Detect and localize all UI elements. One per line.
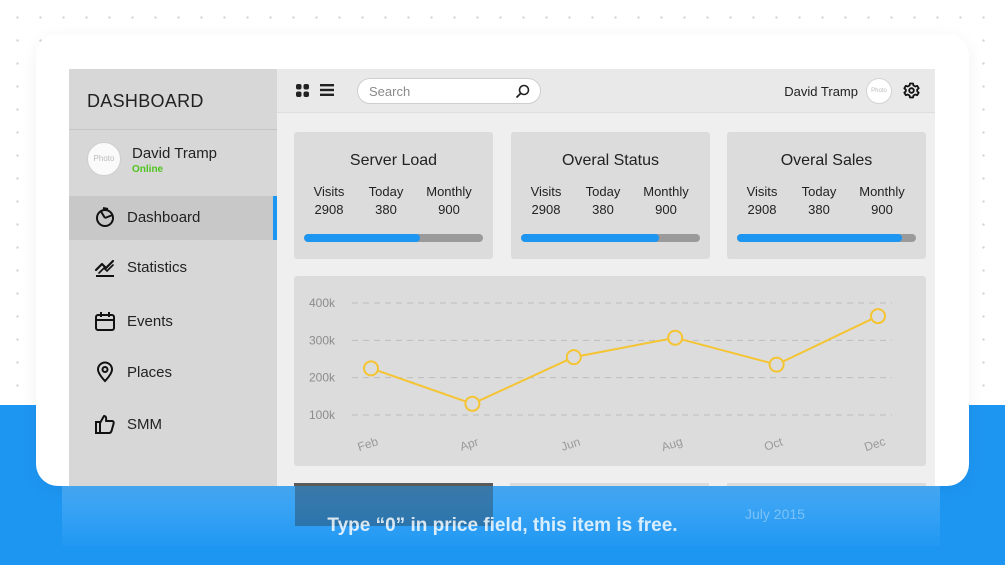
card-title: Overal Status [562,152,659,169]
stat-today: Today 380 [576,183,630,219]
sidebar-item-label: Dashboard [127,209,201,226]
card-title: Overal Sales [780,152,873,169]
progress-bar [737,234,916,242]
stat-monthly: Monthly 900 [420,183,478,219]
x-tick-label: Apr [458,435,480,454]
progress-fill [521,234,659,242]
stat-value: 900 [438,202,460,217]
profile-name: David Tramp [132,145,218,162]
series-line [370,315,879,405]
card-title: Server Load [349,152,438,169]
status-badge: Online [132,164,164,175]
statistics-icon [94,259,115,277]
stat-value: 380 [592,202,614,217]
x-tick-label: Oct [762,434,785,453]
x-tick-label: Dec [862,434,887,454]
sidebar-item-dashboard[interactable]: Dashboard [69,196,277,240]
y-tick-label: 100k [309,408,336,422]
sidebar-item-places[interactable]: Places [69,351,277,395]
progress-bar [304,234,483,242]
stat-value: 900 [871,202,893,217]
stat-value: 900 [655,202,677,217]
dashboard-icon [96,207,114,227]
stat-today: Today 380 [792,183,846,219]
search-icon[interactable] [515,84,530,99]
line-chart: 400k 300k 200k 100k Feb Apr Jun Aug Oct Dec [309,296,892,454]
stat-value: 2908 [314,202,344,217]
stat-label: Visits [313,184,345,199]
stat-label: Visits [746,184,778,199]
avatar[interactable]: Photo [87,142,121,176]
search-box [357,78,541,104]
stat-visits: Visits 2908 [735,183,789,219]
stat-label: Visits [530,184,562,199]
promo-caption: Type “0” in price field, this item is fr… [327,515,678,536]
stat-value: 380 [808,202,830,217]
stat-visits: Visits 2908 [302,183,356,219]
progress-fill [304,234,421,242]
card-overal-sales: Overal Sales Visits 2908 Today 380 Monthly… [727,132,926,259]
sidebar-item-label: Events [127,313,173,330]
gear-icon[interactable] [903,82,920,99]
y-tick-label: 400k [309,296,336,310]
sidebar-title: DASHBOARD [87,91,204,111]
y-tick-label: 200k [309,371,336,385]
card-server-load: Server Load Visits 2908 Today 380 Monthly 9… [294,132,493,259]
sidebar-item-label: Places [127,364,173,381]
stat-monthly: Monthly 900 [853,183,911,219]
grid-view-icon[interactable] [296,84,309,97]
x-tick-label: Aug [660,434,685,454]
data-point[interactable] [363,360,379,377]
stat-value: 380 [375,202,397,217]
x-tick-label: Feb [356,434,380,454]
stat-today: Today 380 [359,183,413,219]
data-point[interactable] [667,329,684,346]
data-point[interactable] [565,349,582,366]
data-point[interactable] [768,356,785,373]
sidebar-divider [69,129,277,130]
places-icon [96,361,114,383]
progress-fill [737,234,902,242]
sidebar-item-events[interactable]: Events [69,300,277,344]
stat-label: Monthly [859,184,905,199]
stat-value: 2908 [747,202,777,217]
topbar: David Tramp Photo [277,69,935,113]
x-tick-label: Jun [559,435,582,454]
top-user-name[interactable]: David Tramp [784,84,858,99]
stat-label: Monthly [643,184,689,199]
stat-monthly: Monthly 900 [637,183,695,219]
line-chart-panel: 400k 300k 200k 100k Feb Apr Jun Aug Oct Dec [294,276,926,466]
stat-label: Monthly [426,184,472,199]
stat-label: Today [368,184,404,199]
search-input[interactable] [369,83,509,99]
list-view-icon[interactable] [320,83,334,97]
stat-value: 2908 [531,202,561,217]
stat-visits: Visits 2908 [519,183,573,219]
sidebar-item-label: Statistics [127,259,188,276]
events-icon [95,312,115,331]
sidebar-item-smm[interactable]: SMM [69,403,277,447]
progress-bar [521,234,700,242]
stat-label: Today [585,184,621,199]
sidebar: DASHBOARD Photo David Tramp Online Dashb… [69,69,277,486]
sidebar-item-label: SMM [127,416,162,433]
data-point[interactable] [464,395,481,412]
card-overal-status: Overal Status Visits 2908 Today 380 Monthl… [511,132,710,259]
stat-label: Today [801,184,837,199]
avatar[interactable]: Photo [866,78,892,104]
data-point[interactable] [870,308,886,325]
sidebar-item-statistics[interactable]: Statistics [69,246,277,290]
y-tick-label: 300k [309,333,336,347]
thumbs-up-icon [95,415,115,434]
dashboard-app: DASHBOARD Photo David Tramp Online Dashb… [69,69,935,486]
